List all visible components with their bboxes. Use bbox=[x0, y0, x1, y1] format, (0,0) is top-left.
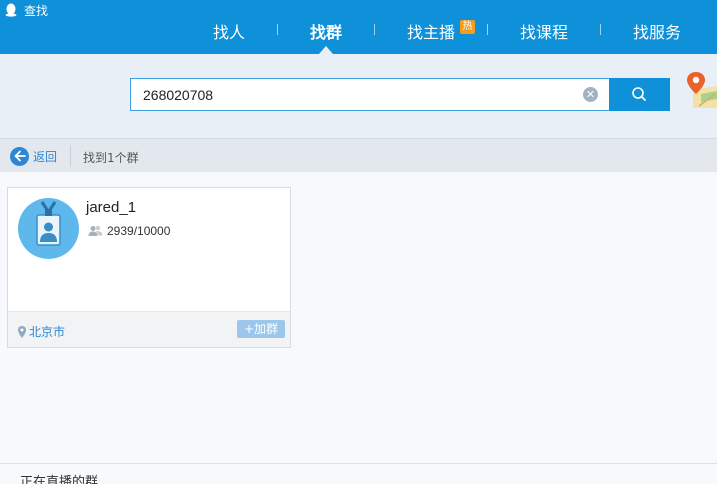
section-divider bbox=[0, 463, 717, 464]
member-count-text: 2939/10000 bbox=[107, 224, 171, 238]
group-avatar[interactable] bbox=[18, 198, 79, 259]
divider bbox=[70, 145, 71, 167]
live-groups-heading: 正在直播的群 bbox=[20, 475, 99, 484]
search-button[interactable] bbox=[609, 78, 670, 111]
tab-divider bbox=[600, 24, 601, 35]
member-count: 2939/10000 bbox=[88, 224, 170, 238]
search-area: ✕ bbox=[0, 54, 717, 138]
qq-penguin-icon bbox=[5, 3, 17, 17]
members-icon bbox=[88, 225, 103, 236]
group-name[interactable]: jared_1 bbox=[86, 199, 136, 216]
badge-avatar-icon bbox=[36, 201, 61, 246]
tab-find-course[interactable]: 找课程 bbox=[520, 19, 568, 43]
clear-icon[interactable]: ✕ bbox=[583, 87, 598, 102]
app-title-text: 查找 bbox=[24, 3, 49, 18]
location-text: 北京市 bbox=[29, 325, 66, 339]
join-group-button[interactable]: +加群 bbox=[237, 320, 285, 338]
back-label: 返回 bbox=[33, 149, 58, 164]
top-bar: 查找 找人 找群 找主播 热 找课程 找服务 bbox=[0, 0, 717, 54]
tab-find-group[interactable]: 找群 bbox=[310, 19, 342, 43]
tab-find-people[interactable]: 找人 bbox=[213, 19, 245, 43]
hot-badge: 热 bbox=[460, 20, 475, 34]
result-count: 找到1个群 bbox=[83, 151, 139, 165]
card-footer: 北京市 +加群 bbox=[8, 311, 290, 347]
group-location: 北京市 bbox=[18, 323, 65, 340]
search-icon bbox=[632, 87, 646, 101]
app-title: 查找 bbox=[4, 2, 48, 18]
location-pin-icon bbox=[18, 325, 26, 338]
tab-divider bbox=[277, 24, 278, 35]
search-input[interactable] bbox=[143, 79, 573, 110]
tab-find-service[interactable]: 找服务 bbox=[633, 19, 681, 43]
tab-find-streamer[interactable]: 找主播 bbox=[407, 19, 455, 43]
back-arrow-icon bbox=[10, 146, 29, 166]
tab-divider bbox=[487, 24, 488, 35]
tab-divider bbox=[374, 24, 375, 35]
result-bar: 返回 找到1个群 bbox=[0, 138, 717, 172]
search-box: ✕ bbox=[130, 78, 610, 111]
map-location-icon[interactable] bbox=[687, 72, 717, 110]
group-result-card[interactable]: jared_1 2939/10000 北京市 +加群 bbox=[7, 187, 291, 348]
back-button[interactable]: 返回 bbox=[10, 146, 57, 166]
active-tab-indicator bbox=[319, 46, 333, 54]
